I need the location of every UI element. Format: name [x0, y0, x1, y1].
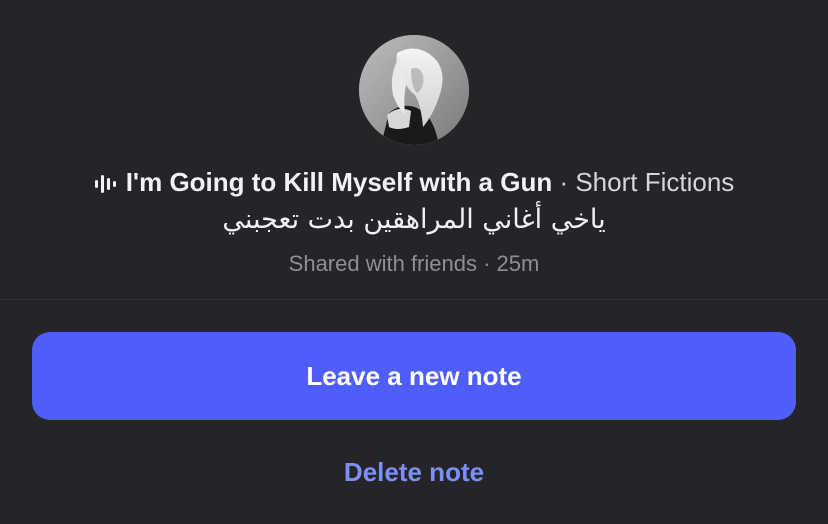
audience-label: Shared with friends	[288, 251, 477, 276]
song-line[interactable]: I'm Going to Kill Myself with a Gun · Sh…	[0, 165, 828, 202]
avatar-photo	[359, 35, 469, 145]
note-sheet: I'm Going to Kill Myself with a Gun · Sh…	[0, 0, 828, 524]
timestamp: 25m	[496, 251, 540, 276]
leave-new-note-button[interactable]: Leave a new note	[32, 332, 796, 420]
avatar[interactable]	[359, 35, 469, 145]
note-details: I'm Going to Kill Myself with a Gun · Sh…	[0, 0, 828, 299]
song-title: I'm Going to Kill Myself with a Gun	[125, 167, 553, 197]
note-text: ياخي أغاني المراهقين بدت تعجبني	[222, 204, 606, 235]
song-separator: ·	[552, 167, 576, 197]
divider	[0, 299, 828, 300]
meta-separator: ·	[476, 251, 497, 276]
song-artist: Short Fictions	[575, 167, 735, 197]
audio-wave-icon	[94, 168, 116, 202]
note-meta: Shared with friends · 25m	[0, 250, 828, 278]
delete-note-button[interactable]: Delete note	[214, 448, 614, 496]
